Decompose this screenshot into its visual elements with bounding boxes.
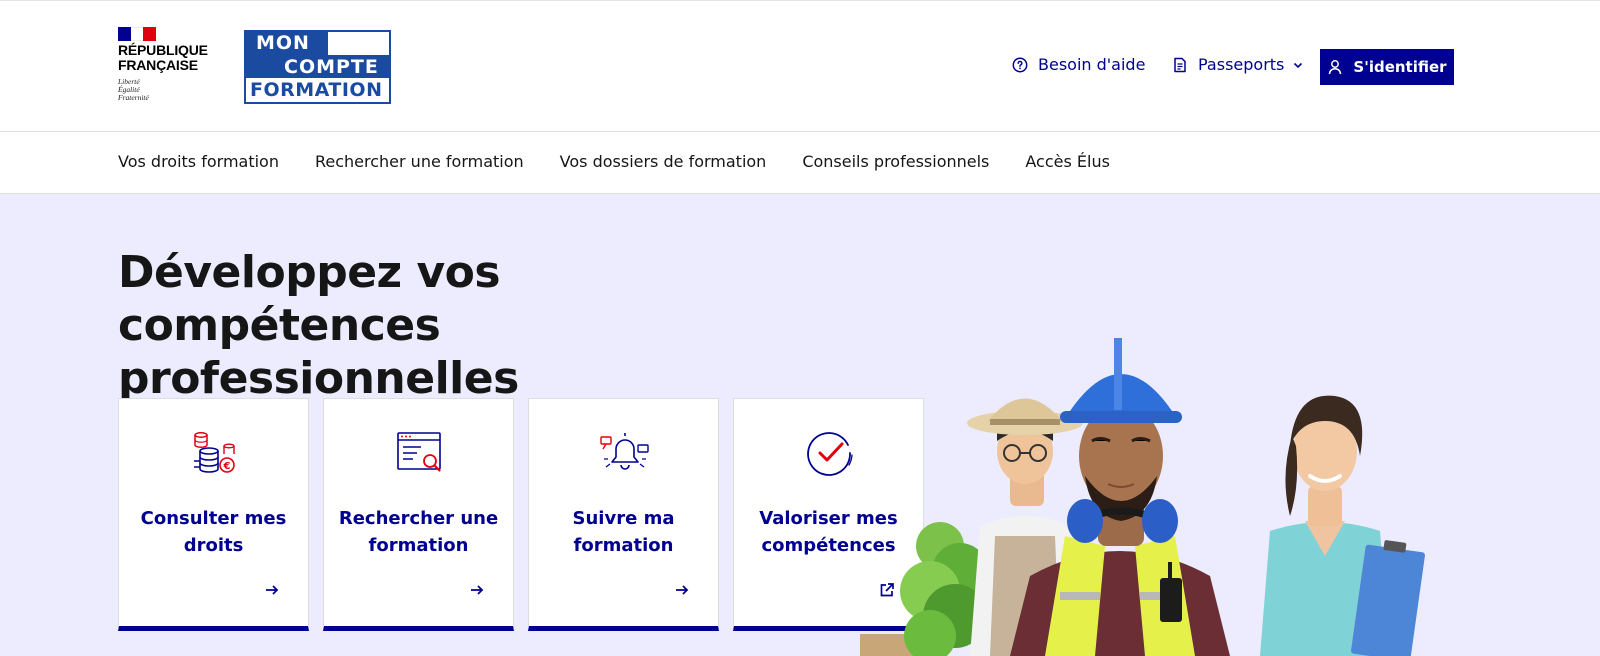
card-label-line1: Consulter mes xyxy=(140,508,287,529)
card-label-line2: formation xyxy=(368,535,469,556)
republique-francaise-logo[interactable]: RÉPUBLIQUE FRANÇAISE Liberté Égalité Fra… xyxy=(118,27,218,102)
checkmark-circle-icon xyxy=(807,432,853,476)
card-consulter-droits[interactable]: € Consulter mes droits xyxy=(118,398,309,631)
card-label-line2: droits xyxy=(183,535,244,556)
arrow-right-icon xyxy=(676,585,689,595)
logo-line3: FORMATION xyxy=(246,79,389,102)
republique-line1: RÉPUBLIQUE xyxy=(118,42,208,58)
motto-fraternite: Fraternité xyxy=(118,93,149,102)
document-icon xyxy=(1174,57,1186,72)
republique-line2: FRANÇAISE xyxy=(118,57,198,73)
hero-title-line2: compétences professionnelles xyxy=(118,300,519,404)
passports-dropdown[interactable]: Passeports xyxy=(1172,55,1304,74)
logo-line1: MON xyxy=(246,32,328,55)
action-cards: € Consulter mes droits Rechercher une fo… xyxy=(118,398,938,631)
republique-motto: Liberté Égalité Fraternité xyxy=(118,78,218,102)
passports-label: Passeports xyxy=(1198,55,1285,74)
help-link[interactable]: Besoin d'aide xyxy=(1012,55,1145,74)
svg-text:€: € xyxy=(223,461,231,472)
hero-title: Développez vos compétences professionnel… xyxy=(118,246,838,405)
coins-euro-icon: € xyxy=(194,432,235,473)
nurse-figure xyxy=(1260,395,1425,656)
french-flag-icon xyxy=(118,27,157,41)
nav-item-rechercher[interactable]: Rechercher une formation xyxy=(315,152,524,171)
login-button[interactable]: S'identifier xyxy=(1320,49,1454,85)
main-navigation: Vos droits formation Rechercher une form… xyxy=(0,132,1600,194)
hero-workers-illustration xyxy=(860,338,1425,656)
card-suivre-formation[interactable]: Suivre ma formation xyxy=(528,398,719,631)
card-label: Consulter mes droits xyxy=(129,505,298,559)
card-label-line2: formation xyxy=(573,535,674,556)
user-icon xyxy=(1329,60,1342,75)
nav-item-dossiers[interactable]: Vos dossiers de formation xyxy=(560,152,767,171)
help-label: Besoin d'aide xyxy=(1038,55,1146,74)
question-circle-icon xyxy=(1012,57,1028,72)
nav-item-droits[interactable]: Vos droits formation xyxy=(118,152,279,171)
card-label-line1: Rechercher une xyxy=(338,508,499,529)
site-header: RÉPUBLIQUE FRANÇAISE Liberté Égalité Fra… xyxy=(0,0,1600,132)
arrow-right-icon xyxy=(471,585,484,595)
bell-notification-icon xyxy=(600,433,649,470)
login-label: S'identifier xyxy=(1353,58,1447,76)
card-label: Suivre ma formation xyxy=(539,505,708,559)
mon-compte-formation-logo[interactable]: MON COMPTE FORMATION xyxy=(244,30,391,104)
nav-item-conseils[interactable]: Conseils professionnels xyxy=(802,152,989,171)
card-label: Rechercher une formation xyxy=(334,505,503,559)
hero-title-line1: Développez vos xyxy=(118,247,501,298)
logo-line2: COMPTE xyxy=(246,55,389,78)
arrow-right-icon xyxy=(266,585,279,595)
card-label-line1: Suivre ma xyxy=(572,508,675,529)
chevron-down-icon xyxy=(1294,62,1303,68)
search-document-icon xyxy=(397,432,441,472)
card-rechercher-formation[interactable]: Rechercher une formation xyxy=(323,398,514,631)
nav-item-acces-elus[interactable]: Accès Élus xyxy=(1025,152,1110,171)
